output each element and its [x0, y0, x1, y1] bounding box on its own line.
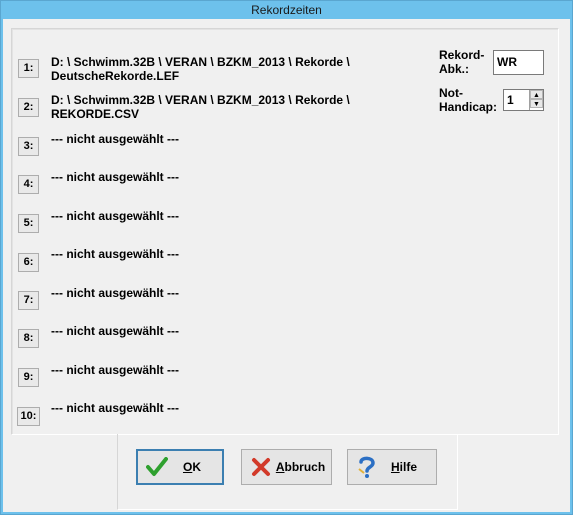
help-label: Hilfe [390, 460, 417, 474]
file-list-panel: 1: D: \ Schwimm.32B \ VERAN \ BZKM_2013 … [11, 28, 559, 435]
row-2-path-line1: D: \ Schwimm.32B \ VERAN \ BZKM_2013 \ R… [51, 93, 350, 107]
question-icon [354, 455, 380, 479]
row-1-select-button[interactable]: 1: [18, 59, 39, 78]
row-3-select-button[interactable]: 3: [18, 137, 39, 156]
help-button[interactable]: Hilfe [347, 449, 437, 485]
spin-up-icon[interactable]: ▲ [530, 90, 543, 99]
row-1-path-line2: DeutscheRekorde.LEF [51, 69, 180, 83]
cross-icon [248, 455, 274, 479]
spin-buttons: ▲ ▼ [529, 90, 543, 110]
row-3-path: --- nicht ausgewählt --- [51, 132, 179, 146]
rekord-abk-label: Rekord- Abk.: [439, 48, 484, 76]
rekord-abk-input[interactable]: WR [493, 50, 544, 75]
dialog-window: Rekordzeiten 1: D: \ Schwimm.32B \ VERAN… [0, 0, 573, 515]
row-6-select-button[interactable]: 6: [18, 253, 39, 272]
ok-label: OK [182, 460, 201, 474]
row-9-select-button[interactable]: 9: [18, 368, 39, 387]
not-handicap-label-line1: Not- [439, 86, 463, 100]
not-handicap-spinner[interactable]: 1 ▲ ▼ [503, 89, 544, 111]
row-2-path: D: \ Schwimm.32B \ VERAN \ BZKM_2013 \ R… [51, 93, 350, 121]
row-9-path: --- nicht ausgewählt --- [51, 363, 179, 377]
dialog-client-area: 1: D: \ Schwimm.32B \ VERAN \ BZKM_2013 … [3, 19, 570, 512]
window-title: Rekordzeiten [251, 3, 322, 17]
rekord-abk-label-line1: Rekord- [439, 48, 485, 62]
spin-down-icon[interactable]: ▼ [530, 99, 543, 108]
cancel-label: Abbruch [275, 460, 326, 474]
row-2-path-line2: REKORDE.CSV [51, 107, 140, 121]
row-10-select-button[interactable]: 10: [17, 407, 40, 426]
ok-button[interactable]: OK [136, 449, 224, 485]
row-5-select-button[interactable]: 5: [18, 214, 39, 233]
row-8-path: --- nicht ausgewählt --- [51, 324, 179, 338]
row-8-select-button[interactable]: 8: [18, 329, 39, 348]
row-4-select-button[interactable]: 4: [18, 175, 39, 194]
row-7-select-button[interactable]: 7: [18, 291, 39, 310]
not-handicap-value: 1 [507, 93, 514, 107]
row-7-path: --- nicht ausgewählt --- [51, 286, 179, 300]
row-1-path: D: \ Schwimm.32B \ VERAN \ BZKM_2013 \ R… [51, 55, 350, 83]
row-5-path: --- nicht ausgewählt --- [51, 209, 179, 223]
row-4-path: --- nicht ausgewählt --- [51, 170, 179, 184]
cancel-button[interactable]: Abbruch [241, 449, 332, 485]
checkmark-icon [144, 455, 170, 479]
row-1-path-line1: D: \ Schwimm.32B \ VERAN \ BZKM_2013 \ R… [51, 55, 350, 69]
row-6-path: --- nicht ausgewählt --- [51, 247, 179, 261]
not-handicap-label: Not- Handicap: [439, 86, 497, 114]
row-10-path: --- nicht ausgewählt --- [51, 401, 179, 415]
not-handicap-label-line2: Handicap: [439, 100, 498, 114]
rekord-abk-label-line2: Abk.: [439, 62, 469, 76]
row-2-select-button[interactable]: 2: [18, 98, 39, 117]
